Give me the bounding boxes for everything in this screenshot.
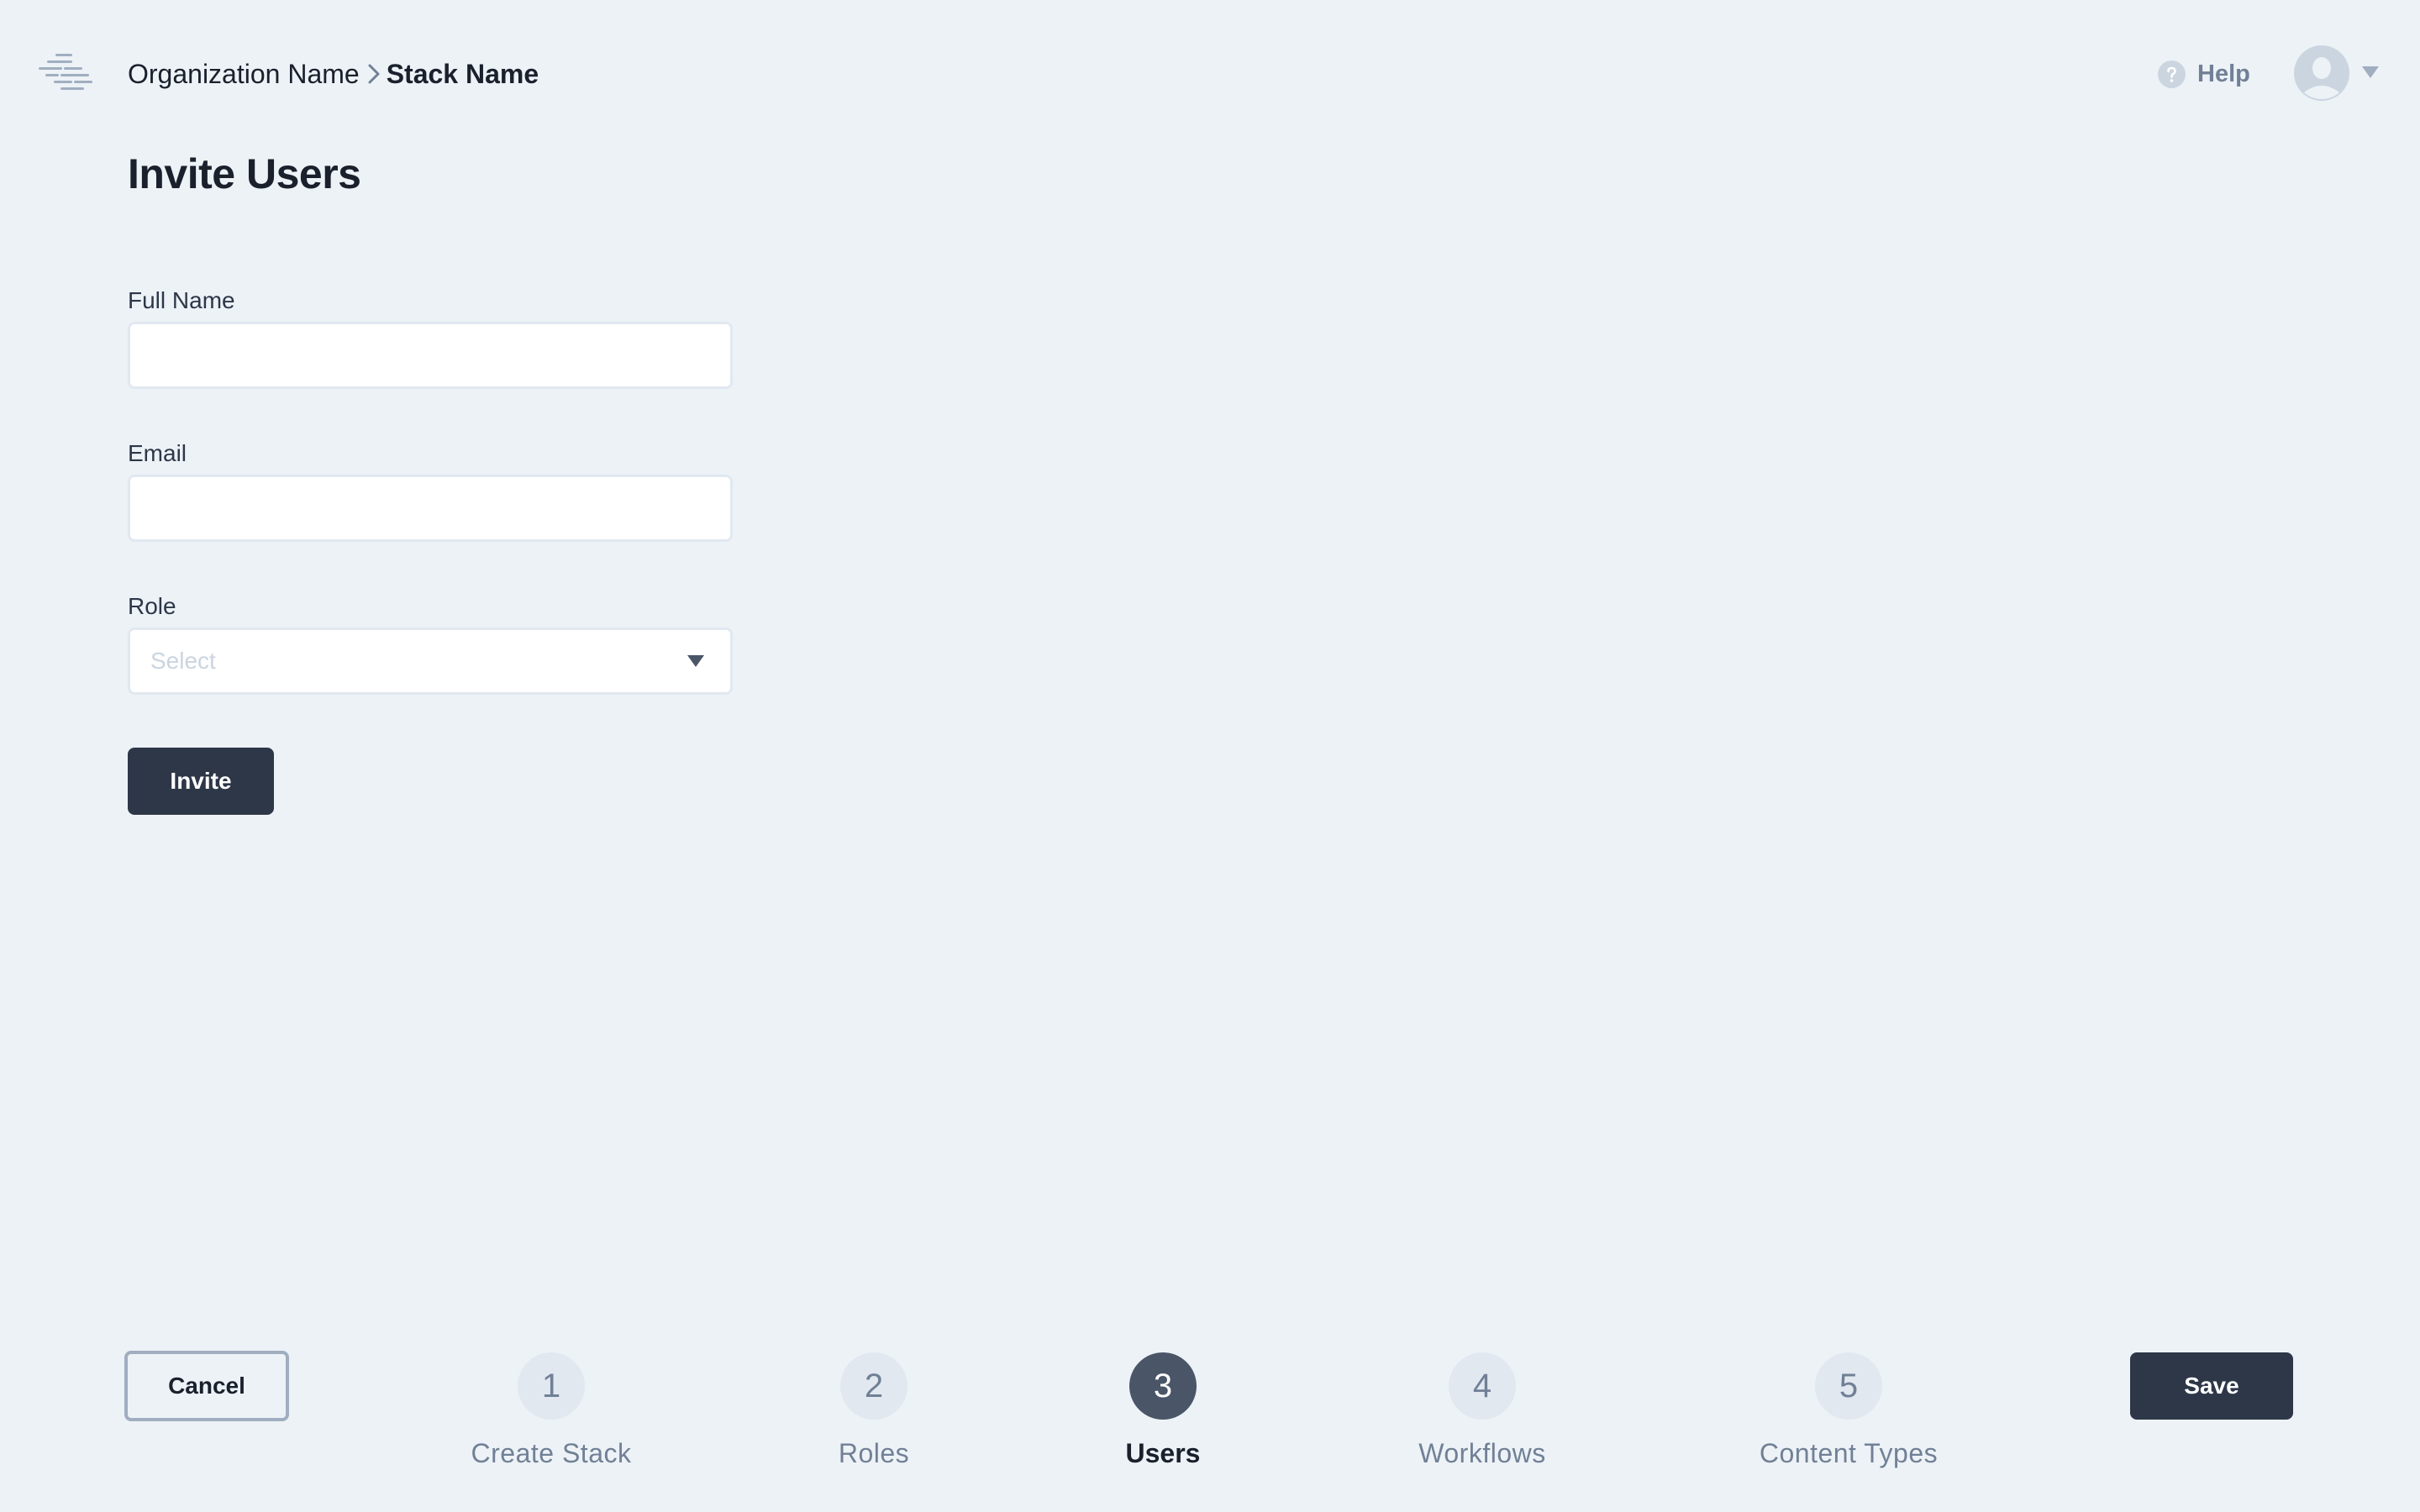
email-label: Email — [128, 440, 187, 466]
step-roles[interactable]: 2 Roles — [748, 1352, 1000, 1469]
step-number: 4 — [1449, 1352, 1516, 1420]
step-number: 1 — [518, 1352, 585, 1420]
step-content-types[interactable]: 5 Content Types — [1723, 1352, 1975, 1469]
full-name-input[interactable] — [128, 322, 733, 389]
step-workflows[interactable]: 4 Workflows — [1356, 1352, 1608, 1469]
save-button[interactable]: Save — [2130, 1352, 2293, 1420]
step-number: 2 — [840, 1352, 908, 1420]
role-select[interactable]: Select — [128, 627, 733, 695]
cancel-button[interactable]: Cancel — [124, 1351, 289, 1421]
user-avatar-icon[interactable] — [2294, 45, 2349, 101]
step-create-stack[interactable]: 1 Create Stack — [425, 1352, 677, 1469]
logo-icon[interactable] — [39, 52, 96, 96]
role-select-value: Select — [150, 648, 216, 674]
step-label: Users — [1125, 1438, 1201, 1468]
step-number: 3 — [1129, 1352, 1197, 1420]
chevron-right-icon — [368, 64, 380, 84]
breadcrumb-organization[interactable]: Organization Name — [128, 59, 360, 90]
caret-down-icon — [687, 655, 704, 667]
help-link[interactable]: Help — [2158, 57, 2250, 91]
email-input[interactable] — [128, 475, 733, 542]
step-label: Create Stack — [471, 1438, 632, 1468]
page-title: Invite Users — [128, 150, 361, 197]
role-label: Role — [128, 593, 176, 619]
step-number: 5 — [1815, 1352, 1882, 1420]
full-name-label: Full Name — [128, 287, 235, 313]
breadcrumb-stack: Stack Name — [386, 58, 539, 89]
step-label: Roles — [838, 1438, 910, 1468]
step-label: Workflows — [1418, 1438, 1546, 1468]
help-label: Help — [2197, 60, 2250, 87]
step-users[interactable]: 3 Users — [1037, 1352, 1289, 1469]
step-label: Content Types — [1759, 1438, 1939, 1468]
caret-down-icon[interactable] — [2361, 66, 2380, 79]
invite-button[interactable]: Invite — [128, 748, 274, 815]
invite-users-page: Organization Name Stack Name Help Invite… — [0, 0, 2420, 1512]
question-circle-icon — [2158, 60, 2186, 88]
breadcrumb: Organization Name Stack Name — [128, 54, 539, 94]
